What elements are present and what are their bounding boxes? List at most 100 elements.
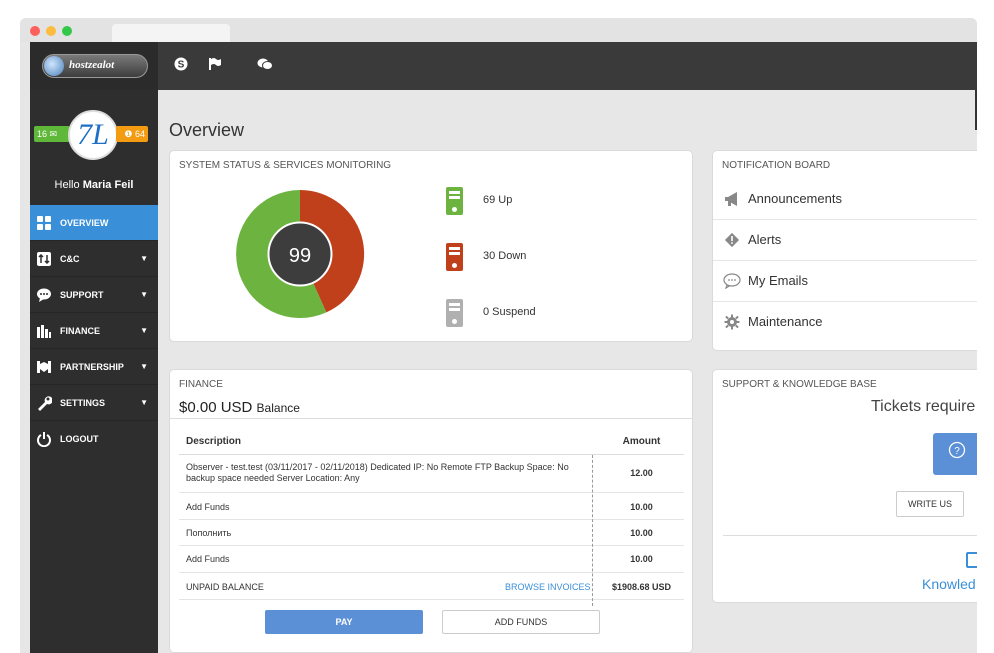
chat-bubble-icon <box>36 287 52 303</box>
envelope-icon: ✉ <box>49 129 58 139</box>
nav-overview[interactable]: OVERVIEW <box>30 205 158 241</box>
mail-badge[interactable]: 16 ✉ <box>34 126 70 142</box>
minimize-window-button[interactable] <box>46 26 56 36</box>
nav-support[interactable]: SUPPORT ▼ <box>30 277 158 313</box>
logo-text: hostzealot <box>69 59 115 71</box>
logo[interactable]: hostzealot <box>42 54 148 78</box>
nav-partnership[interactable]: PARTNERSHIP ▼ <box>30 349 158 385</box>
chevron-down-icon: ▼ <box>140 326 148 335</box>
flag-icon[interactable] <box>206 57 224 75</box>
server-up-icon <box>446 187 463 215</box>
globe-icon <box>44 56 64 76</box>
tickets-text: Tickets require <box>871 398 976 415</box>
chevron-down-icon: ▼ <box>140 254 148 263</box>
megaphone-icon <box>723 191 741 209</box>
nav-finance[interactable]: FINANCE ▼ <box>30 313 158 349</box>
handshake-icon <box>36 359 52 375</box>
server-down-icon <box>446 243 463 271</box>
question-icon: ? <box>948 441 966 462</box>
status-down-label: 30 Down <box>483 250 527 262</box>
wrench-icon <box>36 395 53 411</box>
divider <box>170 418 692 419</box>
nav-label: C&C <box>60 254 80 264</box>
power-icon <box>36 431 52 448</box>
notif-my-emails[interactable]: My Emails <box>713 261 977 302</box>
alert-icon <box>723 232 741 250</box>
chevron-down-icon: ▼ <box>140 362 148 371</box>
nav-label: FINANCE <box>60 326 100 336</box>
table-row: Add Funds 10.00 <box>179 493 684 520</box>
close-window-button[interactable] <box>30 26 40 36</box>
nav-label: PARTNERSHIP <box>60 362 124 372</box>
knowledge-base-link[interactable]: Knowled <box>922 576 976 592</box>
gear-icon <box>723 314 741 332</box>
alert-badge[interactable]: ❶ 64 <box>116 126 148 142</box>
write-us-button[interactable]: WRITE US <box>896 491 964 517</box>
divider <box>723 535 977 536</box>
row-description: Пополнить <box>186 528 232 538</box>
browser-tab[interactable] <box>112 24 230 42</box>
card-title: SYSTEM STATUS & SERVICES MONITORING <box>179 160 392 171</box>
mail-count: 16 <box>37 129 48 139</box>
support-ticket-button[interactable]: ? <box>933 433 977 475</box>
coins-icon <box>36 323 52 339</box>
chat-icon[interactable] <box>256 57 274 75</box>
browser-window: hostzealot S 16 ✉ 7L ❶ 64 Hello Maria Fe… <box>20 18 977 653</box>
col-amount: Amount <box>622 436 661 447</box>
sidebar: 16 ✉ 7L ❶ 64 Hello Maria Feil OVERVIEW C <box>30 90 158 653</box>
pay-button[interactable]: PAY <box>265 610 423 634</box>
table-row: Add Funds 10.00 <box>179 546 684 573</box>
notif-label: Announcements <box>748 191 842 206</box>
unpaid-amount: $1908.68 USD <box>611 582 672 592</box>
unpaid-label: UNPAID BALANCE <box>186 582 264 592</box>
status-suspend-label: 0 Suspend <box>483 306 536 318</box>
chevron-down-icon: ▼ <box>140 398 148 407</box>
add-funds-button[interactable]: ADD FUNDS <box>442 610 600 634</box>
balance-label: Balance <box>256 401 300 415</box>
page-title: Overview <box>169 120 245 140</box>
notif-alerts[interactable]: Alerts <box>713 220 977 261</box>
row-amount: 10.00 <box>630 554 653 564</box>
nav-label: SUPPORT <box>60 290 104 300</box>
card-title: FINANCE <box>179 379 223 390</box>
title-bar <box>20 18 977 42</box>
nav-label: OVERVIEW <box>60 218 109 228</box>
scrollbar[interactable] <box>975 90 977 130</box>
greeting-prefix: Hello <box>54 179 80 191</box>
alert-circle-icon: ❶ <box>124 129 133 139</box>
balance: $0.00 USD Balance <box>179 399 300 416</box>
avatar[interactable]: 7L <box>68 110 118 160</box>
server-suspend-icon <box>446 299 463 327</box>
nav-settings[interactable]: SETTINGS ▼ <box>30 385 158 421</box>
column-separator <box>592 455 593 606</box>
donut-total: 99 <box>289 245 311 267</box>
row-description: Add Funds <box>186 502 230 512</box>
maximize-window-button[interactable] <box>62 26 72 36</box>
notif-label: Alerts <box>748 232 782 247</box>
status-donut-chart: 99 <box>236 189 365 318</box>
grid-icon <box>36 215 52 231</box>
support-card: SUPPORT & KNOWLEDGE BASE Tickets require… <box>712 369 977 603</box>
row-amount: 10.00 <box>630 502 653 512</box>
row-description: Observer - test.test (03/11/2017 - 02/11… <box>186 462 569 483</box>
speech-icon <box>723 273 741 291</box>
notif-label: My Emails <box>748 273 808 288</box>
book-icon <box>966 552 977 568</box>
nav-logout[interactable]: LOGOUT <box>30 421 158 457</box>
notif-announcements[interactable]: Announcements <box>713 179 977 220</box>
nav-cnc[interactable]: C&C ▼ <box>30 241 158 277</box>
row-amount: 10.00 <box>630 528 653 538</box>
card-title: NOTIFICATION BOARD <box>722 160 831 171</box>
row-amount: 12.00 <box>630 468 653 478</box>
alert-count: 64 <box>134 129 145 139</box>
skype-icon[interactable]: S <box>172 57 190 75</box>
browse-invoices-link[interactable]: BROWSE INVOICES <box>505 582 591 592</box>
nav-label: LOGOUT <box>60 434 99 444</box>
arrows-icon <box>36 251 52 267</box>
notif-maintenance[interactable]: Maintenance <box>713 302 977 343</box>
balance-amount: $0.00 USD <box>179 399 253 416</box>
card-title: SUPPORT & KNOWLEDGE BASE <box>722 379 877 390</box>
main-content: Overview SYSTEM STATUS & SERVICES MONITO… <box>158 90 977 653</box>
profile-block: 16 ✉ 7L ❶ 64 Hello Maria Feil <box>30 90 158 205</box>
top-bar: hostzealot S <box>30 42 977 90</box>
